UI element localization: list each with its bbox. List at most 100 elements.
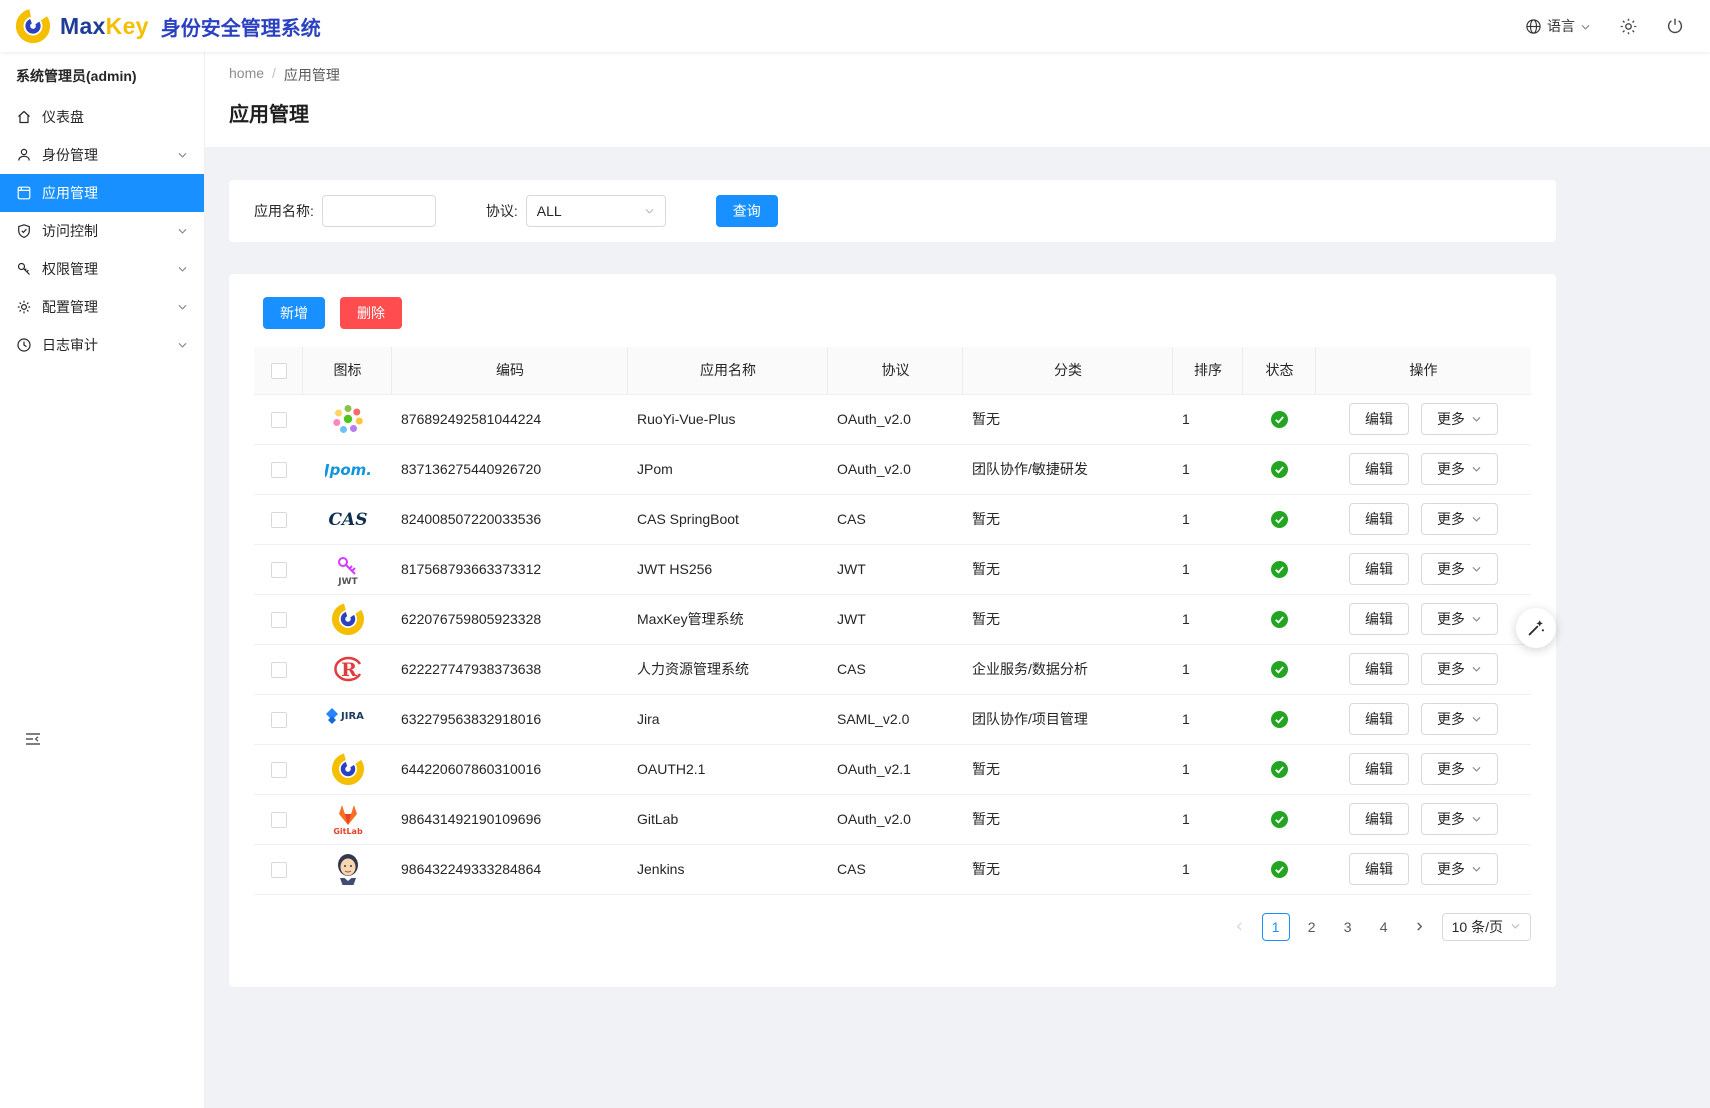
sidebar-item-dashboard[interactable]: 仪表盘: [0, 98, 204, 136]
more-button[interactable]: 更多: [1421, 553, 1498, 585]
svg-text:GitLab: GitLab: [333, 827, 363, 836]
sidebar-item-permission[interactable]: 权限管理: [0, 250, 204, 288]
add-button[interactable]: 新增: [263, 297, 325, 329]
app-icon-jenkins: [330, 849, 366, 889]
access-icon: [16, 223, 32, 239]
more-button[interactable]: 更多: [1421, 853, 1498, 885]
app-category: 暂无: [972, 811, 1000, 827]
row-checkbox[interactable]: [271, 712, 287, 728]
brand-name: MaxKey: [60, 13, 149, 40]
theme-tool-button[interactable]: [1516, 608, 1556, 648]
main-content: home / 应用管理 应用管理 应用名称: 协议: ALL 查询 新增 删除: [205, 0, 1710, 1011]
row-checkbox[interactable]: [271, 862, 287, 878]
logout-icon[interactable]: [1666, 17, 1684, 35]
applications-table: 图标 编码 应用名称 协议 分类 排序 状态 操作 87689249258104…: [254, 347, 1531, 895]
settings-gear-icon[interactable]: [1619, 17, 1638, 36]
status-enabled-icon: [1271, 411, 1288, 428]
row-checkbox[interactable]: [271, 662, 287, 678]
sidebar-item-identity[interactable]: 身份管理: [0, 136, 204, 174]
row-checkbox[interactable]: [271, 612, 287, 628]
column-header-icon: 图标: [303, 347, 392, 394]
pagination: 1234 10 条/页: [254, 913, 1531, 941]
row-checkbox[interactable]: [271, 762, 287, 778]
more-button[interactable]: 更多: [1421, 603, 1498, 635]
svg-text:CAS: CAS: [328, 510, 367, 530]
collapse-sidebar-icon[interactable]: [24, 730, 42, 748]
top-header: MaxKey 身份安全管理系统 语言: [0, 0, 1710, 52]
edit-button[interactable]: 编辑: [1349, 453, 1409, 485]
more-button[interactable]: 更多: [1421, 803, 1498, 835]
table-row: R 622227747938373638 人力资源管理系统 CAS 企业服务/数…: [254, 644, 1531, 694]
app-code: 986432249333284864: [401, 861, 541, 877]
sidebar-item-access[interactable]: 访问控制: [0, 212, 204, 250]
chevron-down-icon: [1471, 814, 1482, 825]
app-sort: 1: [1182, 761, 1190, 777]
app-protocol: OAuth_v2.0: [837, 811, 911, 827]
app-sort: 1: [1182, 861, 1190, 877]
sidebar-item-application[interactable]: 应用管理: [0, 174, 204, 212]
sidebar-item-audit[interactable]: 日志审计: [0, 326, 204, 364]
app-category: 暂无: [972, 861, 1000, 877]
edit-button[interactable]: 编辑: [1349, 503, 1409, 535]
app-protocol: JWT: [837, 611, 866, 627]
edit-button[interactable]: 编辑: [1349, 803, 1409, 835]
app-name: MaxKey管理系统: [637, 611, 744, 627]
chevron-down-icon: [1471, 564, 1482, 575]
edit-button[interactable]: 编辑: [1349, 403, 1409, 435]
app-protocol: OAuth_v2.1: [837, 761, 911, 777]
more-button-label: 更多: [1437, 509, 1465, 529]
page-3-button[interactable]: 3: [1334, 913, 1362, 941]
sidebar: 系统管理员(admin) 仪表盘身份管理应用管理访问控制权限管理配置管理日志审计: [0, 52, 205, 1108]
current-user: 系统管理员(admin): [0, 52, 204, 98]
prev-page-icon[interactable]: [1226, 913, 1254, 941]
edit-button[interactable]: 编辑: [1349, 853, 1409, 885]
page-1-button[interactable]: 1: [1262, 913, 1290, 941]
content-area: 应用名称: 协议: ALL 查询 新增 删除: [205, 147, 1710, 1011]
select-all-checkbox[interactable]: [271, 363, 287, 379]
edit-button[interactable]: 编辑: [1349, 753, 1409, 785]
chevron-down-icon: [1580, 22, 1591, 33]
language-switcher[interactable]: 语言: [1525, 16, 1591, 36]
more-button[interactable]: 更多: [1421, 753, 1498, 785]
edit-button[interactable]: 编辑: [1349, 603, 1409, 635]
edit-button[interactable]: 编辑: [1349, 553, 1409, 585]
app-protocol: CAS: [837, 661, 866, 677]
row-checkbox[interactable]: [271, 412, 287, 428]
protocol-select[interactable]: ALL: [526, 195, 666, 227]
app-name-input[interactable]: [322, 195, 436, 227]
row-checkbox[interactable]: [271, 462, 287, 478]
breadcrumb-home[interactable]: home: [229, 65, 264, 85]
status-enabled-icon: [1271, 461, 1288, 478]
page-2-button[interactable]: 2: [1298, 913, 1326, 941]
page-size-select[interactable]: 10 条/页: [1442, 913, 1531, 941]
brand-key: Key: [106, 13, 149, 39]
edit-button[interactable]: 编辑: [1349, 703, 1409, 735]
more-button[interactable]: 更多: [1421, 403, 1498, 435]
more-button[interactable]: 更多: [1421, 703, 1498, 735]
row-checkbox[interactable]: [271, 562, 287, 578]
row-checkbox[interactable]: [271, 812, 287, 828]
column-header-sort: 排序: [1173, 347, 1243, 394]
app-category: 暂无: [972, 511, 1000, 527]
more-button[interactable]: 更多: [1421, 503, 1498, 535]
sidebar-item-label: 日志审计: [42, 335, 177, 355]
table-toolbar: 新增 删除: [254, 297, 1531, 329]
application-icon: [16, 185, 32, 201]
next-page-icon[interactable]: [1406, 913, 1434, 941]
delete-button[interactable]: 删除: [340, 297, 402, 329]
row-checkbox[interactable]: [271, 512, 287, 528]
search-button[interactable]: 查询: [716, 195, 778, 227]
chevron-down-icon: [1471, 464, 1482, 475]
chevron-down-icon: [177, 264, 188, 275]
more-button-label: 更多: [1437, 409, 1465, 429]
edit-button[interactable]: 编辑: [1349, 653, 1409, 685]
more-button[interactable]: 更多: [1421, 653, 1498, 685]
brand[interactable]: MaxKey 身份安全管理系统: [14, 7, 321, 45]
column-header-code: 编码: [392, 347, 628, 394]
more-button[interactable]: 更多: [1421, 453, 1498, 485]
table-row: 986432249333284864 Jenkins CAS 暂无 1 编辑 更…: [254, 844, 1531, 894]
app-code: 837136275440926720: [401, 461, 541, 477]
page-4-button[interactable]: 4: [1370, 913, 1398, 941]
app-icon-ruoyi: [330, 399, 366, 439]
sidebar-item-config[interactable]: 配置管理: [0, 288, 204, 326]
